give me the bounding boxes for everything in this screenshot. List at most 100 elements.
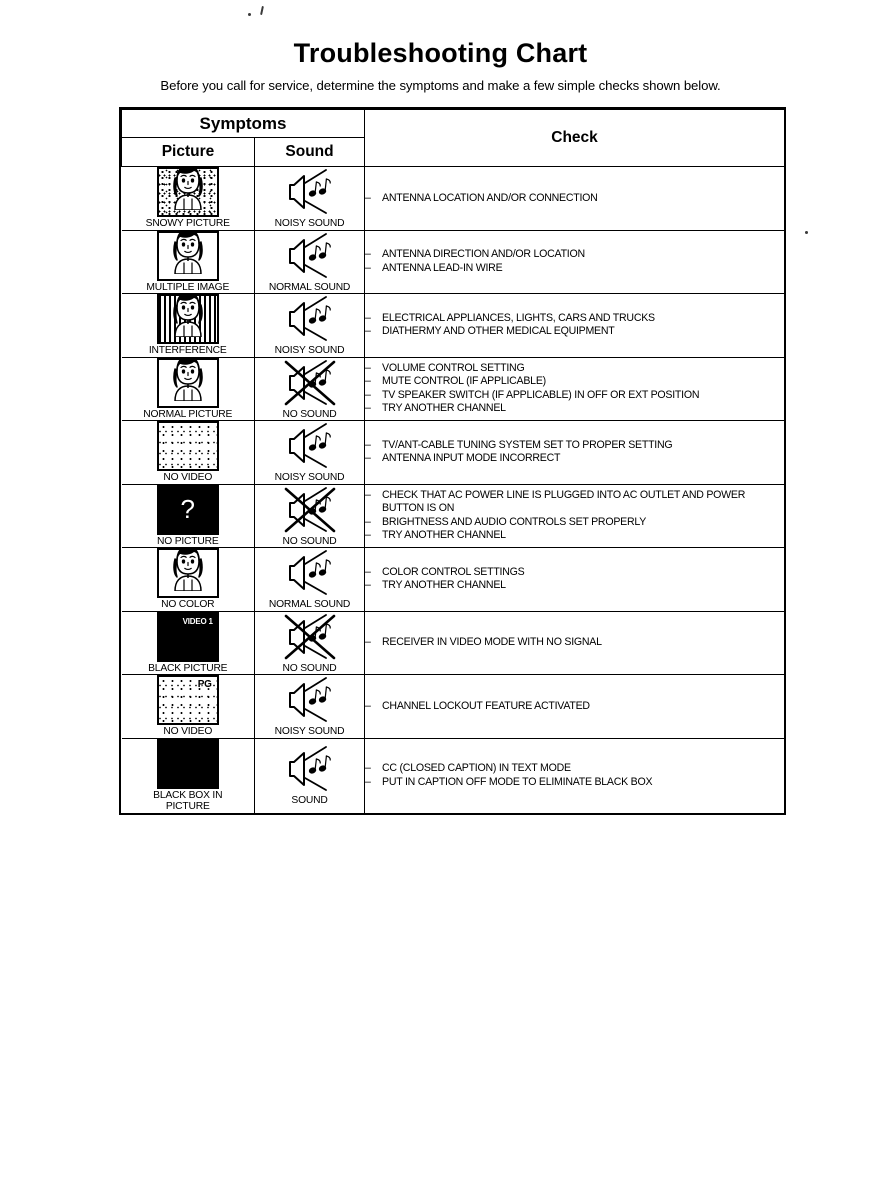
scan-artifact-speck [260, 5, 264, 16]
video-input-label: VIDEO 1 [182, 616, 213, 626]
sound-symptom-cell: NOISY SOUND [253, 420, 366, 485]
tv-ghosting-face-icon [156, 230, 219, 281]
sound-symptom-caption: NO SOUND [282, 535, 337, 547]
tv-static-rating-icon: PG [156, 675, 219, 725]
check-list-item: VOLUME CONTROL SETTING [365, 362, 784, 376]
check-actions-cell: VOLUME CONTROL SETTINGMUTE CONTROL (IF A… [364, 356, 786, 421]
picture-symptom-caption: NO VIDEO [163, 472, 213, 483]
check-list-item: DIATHERMY AND OTHER MEDICAL EQUIPMENT [365, 325, 784, 339]
check-actions-cell: CC (CLOSED CAPTION) IN TEXT MODEPUT IN C… [364, 737, 786, 813]
sound-symptom-cell: NOISY SOUND [253, 293, 366, 358]
person-face-illustration [168, 359, 208, 406]
table-row: SNOWY PICTURE NOISY SOUND ANTENNA LOCATION… [121, 166, 786, 231]
check-list-item: ELECTRICAL APPLIANCES, LIGHTS, CARS AND … [365, 312, 784, 326]
table-row: VIDEO 1 BLACK PICTURE NO SOUND RECEIVER IN … [121, 610, 786, 675]
check-actions-cell: TV/ANT-CABLE TUNING SYSTEM SET TO PROPER… [364, 420, 786, 485]
sound-symptom-cell: NORMAL SOUND [253, 229, 366, 294]
picture-symptom-caption: BLACK PICTURE [148, 662, 228, 674]
speaker-noisy-icon [274, 421, 346, 471]
sound-symptom-cell: NO SOUND [253, 483, 366, 548]
question-mark-icon: ? [180, 493, 195, 524]
check-list-item: TRY ANOTHER CHANNEL [365, 529, 784, 543]
check-list-item: TV SPEAKER SWITCH (IF APPLICABLE) IN OFF… [365, 389, 784, 403]
page-intro-text: Before you call for service, determine t… [160, 78, 721, 93]
sound-symptom-caption: NOISY SOUND [274, 345, 345, 356]
check-list-item: CC (CLOSED CAPTION) IN TEXT MODE [365, 762, 784, 776]
picture-symptom-cell: BLACK BOX IN PICTURE [121, 737, 255, 813]
tv-normal-face-icon [156, 357, 219, 408]
check-list: COLOR CONTROL SETTINGSTRY ANOTHER CHANNE… [365, 566, 784, 593]
scan-artifact-speck [805, 231, 808, 234]
troubleshooting-chart-table: Symptoms Check Picture Sound SNOWY PICTU… [119, 107, 786, 815]
speaker-muted-icon [274, 485, 346, 535]
speaker-normal-icon [274, 231, 346, 281]
picture-symptom-caption: MULTIPLE IMAGE [146, 281, 230, 293]
column-header-picture: Picture [121, 137, 255, 167]
check-list-item: PUT IN CAPTION OFF MODE TO ELIMINATE BLA… [365, 776, 784, 790]
speaker-normal-icon [274, 744, 346, 794]
picture-symptom-caption: BLACK BOX IN PICTURE [153, 789, 223, 813]
picture-symptom-caption: NO PICTURE [156, 535, 219, 547]
check-list: CC (CLOSED CAPTION) IN TEXT MODEPUT IN C… [365, 762, 784, 789]
scan-artifact-speck [248, 13, 251, 16]
tv-interference-face-icon [156, 294, 219, 344]
table-row: NO VIDEO NOISY SOUND TV/ANT-CABLE TUNING S… [121, 420, 786, 485]
table-row: INTERFERENCE NOISY SOUND ELECTRICAL APPLIA… [121, 293, 786, 358]
sound-symptom-caption: NOISY SOUND [274, 218, 345, 229]
check-actions-cell: CHANNEL LOCKOUT FEATURE ACTIVATED [364, 674, 786, 739]
picture-symptom-caption: NO COLOR [161, 599, 215, 610]
check-list-item: CHECK THAT AC POWER LINE IS PLUGGED INTO… [365, 489, 784, 516]
speaker-noisy-icon [274, 675, 346, 725]
sound-symptom-caption: NORMAL SOUND [268, 281, 351, 293]
table-row: NO COLOR NORMAL SOUND COLOR CONTROL SETTIN… [121, 547, 786, 612]
check-list-item: ANTENNA DIRECTION AND/OR LOCATION [365, 248, 784, 262]
picture-symptom-caption: INTERFERENCE [148, 345, 227, 356]
sound-symptom-caption: NOISY SOUND [274, 726, 345, 737]
check-list-item: ANTENNA LEAD-IN WIRE [365, 262, 784, 276]
picture-symptom-cell: NO COLOR [121, 547, 255, 612]
check-actions-cell: CHECK THAT AC POWER LINE IS PLUGGED INTO… [364, 483, 786, 548]
person-face-illustration [168, 169, 208, 215]
picture-symptom-cell: VIDEO 1 BLACK PICTURE [121, 610, 255, 675]
check-list-item: TRY ANOTHER CHANNEL [365, 579, 784, 593]
table-row: MULTIPLE IMAGE NORMAL SOUND ANTENNA DIRECT… [121, 229, 786, 294]
picture-symptom-cell: INTERFERENCE [121, 293, 255, 358]
table-row: NORMAL PICTURE NO SOUND VOLUME CONTROL SET… [121, 356, 786, 421]
picture-symptom-caption: NORMAL PICTURE [143, 408, 233, 420]
sound-symptom-cell: NO SOUND [253, 610, 366, 675]
picture-symptom-cell: NO VIDEO [121, 420, 255, 485]
sound-symptom-caption: NORMAL SOUND [268, 599, 351, 610]
sound-symptom-cell: NOISY SOUND [253, 166, 366, 231]
page-title: Troubleshooting Chart [293, 38, 588, 68]
check-list: ANTENNA LOCATION AND/OR CONNECTION [365, 192, 784, 206]
tv-snowy-face-icon [156, 167, 219, 217]
document-page: Troubleshooting Chart Before you call fo… [0, 0, 881, 1178]
check-list: VOLUME CONTROL SETTINGMUTE CONTROL (IF A… [365, 362, 784, 416]
speaker-muted-icon [274, 612, 346, 662]
tv-question-mark-icon: ? [156, 484, 219, 535]
picture-symptom-caption: NO VIDEO [163, 726, 213, 737]
check-actions-cell: RECEIVER IN VIDEO MODE WITH NO SIGNAL [364, 610, 786, 675]
column-header-check: Check [364, 109, 786, 167]
check-actions-cell: ANTENNA LOCATION AND/OR CONNECTION [364, 166, 786, 231]
tv-static-icon [156, 421, 219, 471]
sound-symptom-caption: NOISY SOUND [274, 472, 345, 483]
check-list: CHECK THAT AC POWER LINE IS PLUGGED INTO… [365, 489, 784, 543]
check-list-item: ANTENNA INPUT MODE INCORRECT [365, 452, 784, 466]
tv-black-box-icon [156, 738, 219, 789]
speaker-noisy-icon [274, 294, 346, 344]
tv-black-video-input-icon: VIDEO 1 [156, 611, 219, 662]
column-header-symptoms: Symptoms [120, 109, 366, 138]
check-list: RECEIVER IN VIDEO MODE WITH NO SIGNAL [365, 636, 784, 650]
check-actions-cell: COLOR CONTROL SETTINGSTRY ANOTHER CHANNE… [364, 547, 786, 612]
person-face-illustration [168, 232, 208, 279]
check-list: TV/ANT-CABLE TUNING SYSTEM SET TO PROPER… [365, 439, 784, 466]
rating-badge: PG [197, 679, 212, 690]
sound-symptom-caption: NO SOUND [282, 408, 337, 420]
picture-symptom-caption: SNOWY PICTURE [145, 218, 230, 229]
sound-symptom-cell: SOUND [253, 737, 366, 813]
table-row: BLACK BOX IN PICTURE SOUND CC (CLOSED CAPT… [121, 737, 786, 813]
sound-symptom-cell: NO SOUND [253, 356, 366, 421]
check-list-item: ANTENNA LOCATION AND/OR CONNECTION [365, 192, 784, 206]
picture-symptom-cell: SNOWY PICTURE [121, 166, 255, 231]
